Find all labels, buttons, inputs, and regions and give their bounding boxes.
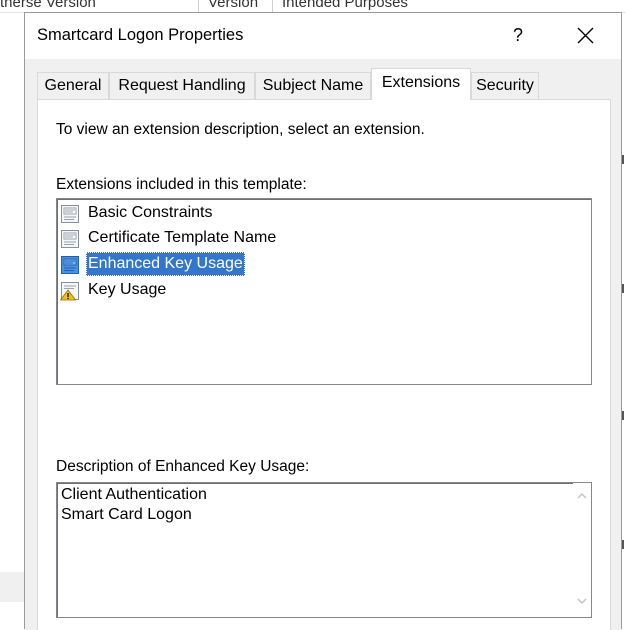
certificate-extension-icon: [61, 205, 79, 223]
tab-extensions[interactable]: Extensions: [371, 68, 471, 100]
extension-label: Certificate Template Name: [88, 229, 277, 246]
extensions-list[interactable]: Basic Constraints Certificate Template N…: [56, 198, 592, 385]
background-column-separator: [198, 0, 199, 12]
tab-subject-name[interactable]: Subject Name: [255, 72, 371, 99]
tab-security[interactable]: Security: [471, 72, 539, 99]
certificate-extension-icon: [61, 256, 79, 274]
instruction-text: To view an extension description, select…: [56, 121, 425, 138]
background-column-header: therse Version: [0, 0, 96, 11]
extensions-list-label: Extensions included in this template:: [56, 176, 307, 193]
background-window-edge-mark: [622, 411, 624, 420]
background-window-edge-mark: [622, 155, 624, 164]
close-button[interactable]: [563, 19, 609, 51]
tab-request-handling[interactable]: Request Handling: [109, 72, 255, 99]
dialog-title: Smartcard Logon Properties: [37, 26, 244, 44]
dialog-body: General Request Handling Subject Name Ex…: [25, 59, 621, 630]
background-column-header: Intended Purposes: [282, 0, 408, 11]
certificate-extension-icon: [61, 230, 79, 248]
extension-label: Key Usage: [88, 281, 167, 298]
close-icon: [577, 27, 594, 44]
warning-extension-icon: [60, 282, 79, 301]
extensions-tab-panel: To view an extension description, select…: [37, 99, 611, 630]
description-textbox[interactable]: Client Authentication Smart Card Logon: [56, 482, 592, 618]
extension-label: Enhanced Key Usage: [86, 252, 245, 276]
scroll-up-arrow-icon[interactable]: [577, 491, 587, 501]
extension-label: Basic Constraints: [88, 204, 213, 221]
background-window-edge-mark: [622, 284, 624, 293]
background-column-header: Version: [208, 0, 259, 11]
properties-dialog: Smartcard Logon Properties ? General Req…: [24, 12, 622, 630]
tab-general[interactable]: General: [37, 72, 109, 99]
scroll-down-arrow-icon[interactable]: [577, 596, 587, 606]
description-scrollbar[interactable]: [573, 483, 591, 617]
description-line: Smart Card Logon: [61, 506, 192, 523]
title-bar[interactable]: Smartcard Logon Properties ?: [25, 13, 621, 59]
background-window-edge-mark: [622, 540, 624, 549]
background-window-strip: [0, 572, 24, 602]
background-column-separator: [272, 0, 273, 12]
description-label: Description of Enhanced Key Usage:: [56, 458, 310, 475]
description-line: Client Authentication: [61, 486, 207, 503]
help-button[interactable]: ?: [495, 19, 541, 51]
